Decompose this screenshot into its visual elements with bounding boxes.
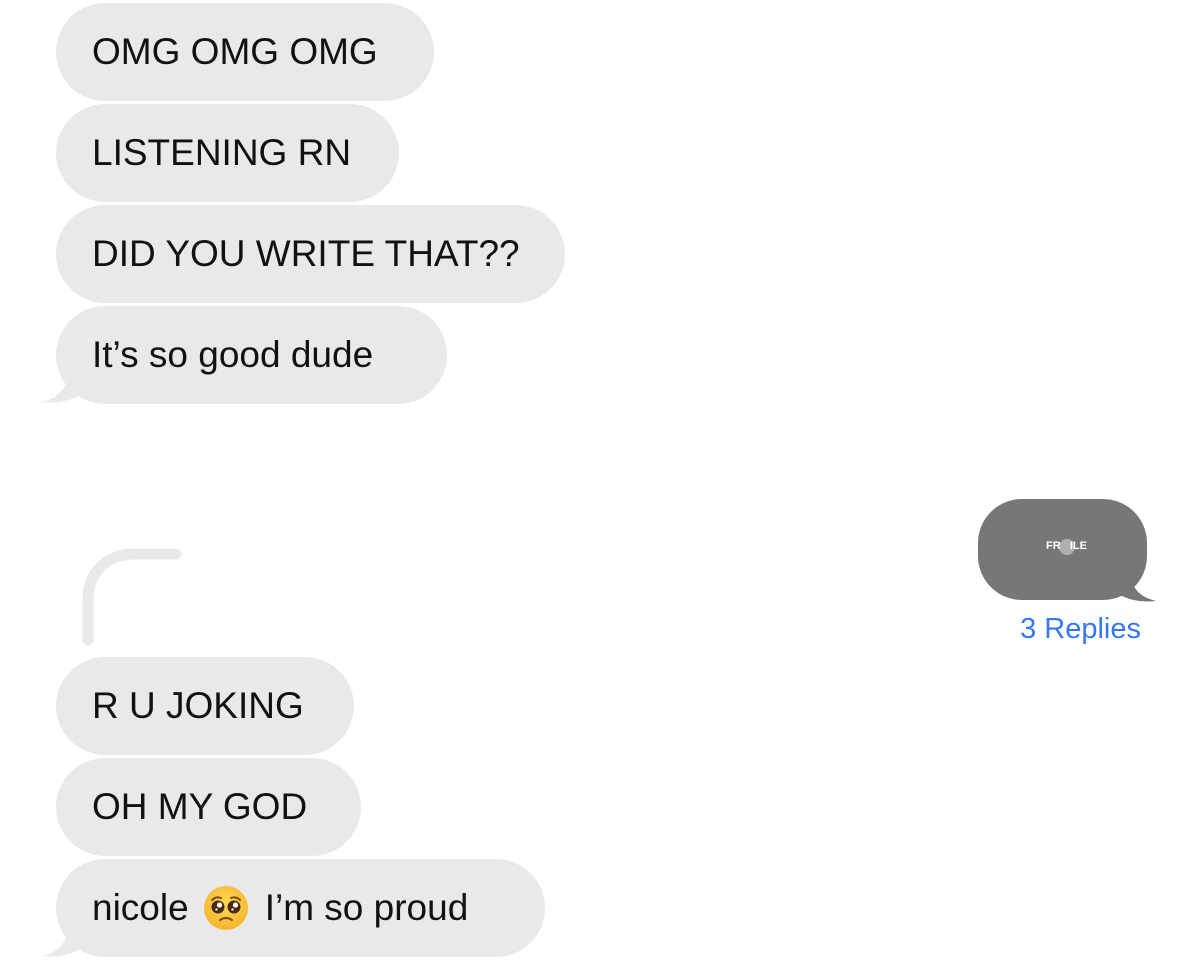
message-text: LISTENING RN — [92, 132, 352, 173]
media-thumbnail-text: FR ILE — [1046, 540, 1087, 552]
message-text: DID YOU WRITE THAT?? — [92, 233, 520, 274]
thread-reply-line — [82, 548, 182, 646]
message-text: OMG OMG OMG — [92, 31, 378, 72]
sent-media-bubble[interactable]: FR ILE — [978, 499, 1147, 600]
message-text: I’m so proud — [264, 887, 469, 928]
message-text: OH MY GOD — [92, 786, 308, 827]
received-message-bubble[interactable]: LISTENING RN — [56, 104, 399, 202]
received-message-bubble[interactable]: OH MY GOD — [56, 758, 361, 856]
pleading-face-emoji-icon — [203, 886, 248, 930]
received-message-bubble[interactable]: DID YOU WRITE THAT?? — [56, 205, 565, 303]
replies-link[interactable]: 3 Replies — [1020, 613, 1141, 646]
message-text: It’s so good dude — [92, 334, 374, 375]
received-message-bubble[interactable]: R U JOKING — [56, 657, 354, 755]
message-text: R U JOKING — [92, 685, 304, 726]
message-text: nicole — [92, 887, 189, 928]
received-message-bubble[interactable]: nicole I’m so proud — [56, 859, 545, 957]
received-message-bubble[interactable]: It’s so good dude — [56, 306, 447, 404]
received-message-bubble[interactable]: OMG OMG OMG — [56, 3, 434, 101]
